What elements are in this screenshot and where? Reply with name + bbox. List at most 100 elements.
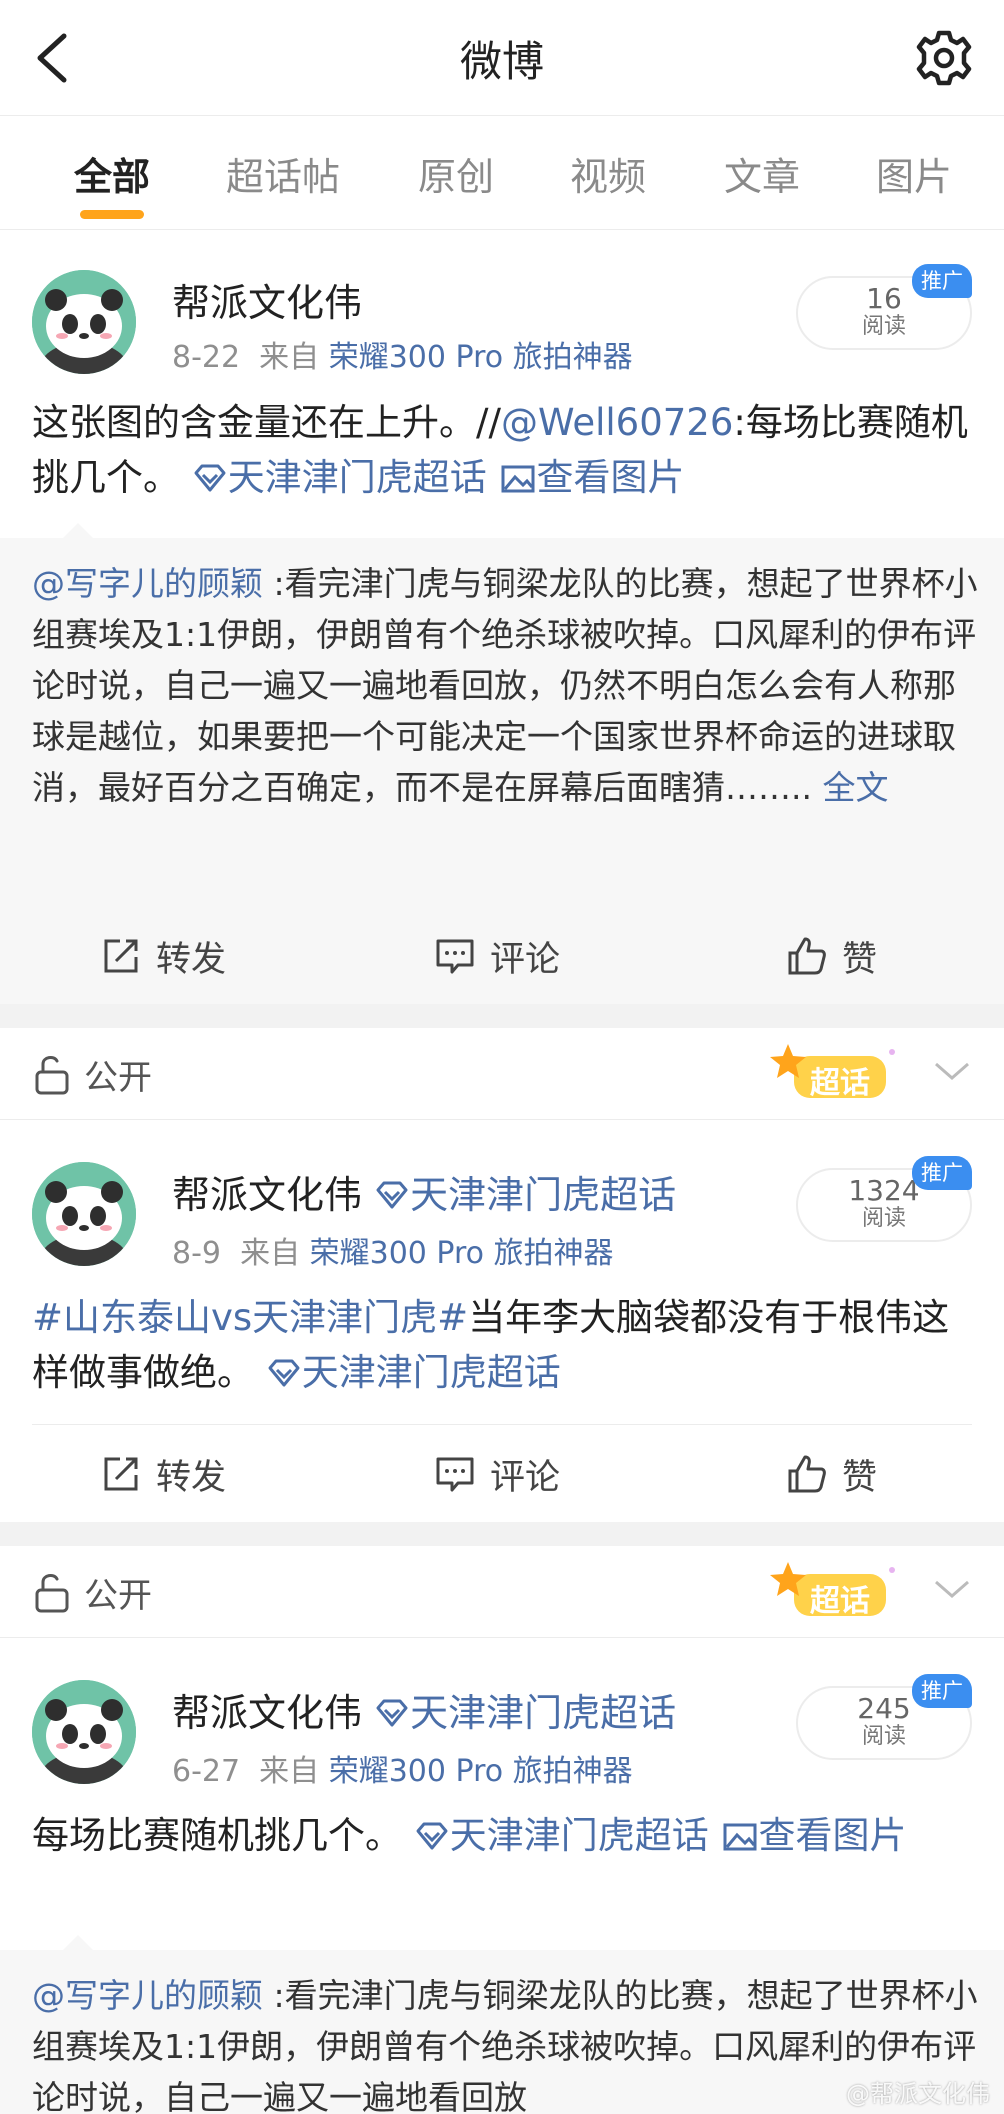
visibility-label: 公开 [84,1576,152,1616]
panda-avatar-icon [32,1162,136,1266]
topic-tag[interactable]: 天津津门虎超话 [374,1173,676,1217]
post-text: #山东泰山vs天津津门虎#当年李大脑袋都没有于根伟这样做事做绝。 天津津门虎超话 [32,1290,982,1400]
chevron-down-icon[interactable] [932,1056,972,1086]
username-row: 帮派文化伟 天津津门虎超话 [172,1164,676,1219]
thumbs-up-icon [788,1455,826,1493]
post-meta: 8-22 来自 荣耀300 Pro 旅拍神器 [172,332,633,376]
image-icon [723,1823,757,1851]
mention-link[interactable]: @Well60726 [501,401,733,444]
quoted-post[interactable]: @写字儿的顾颖 :看完津门虎与铜梁龙队的比赛，想起了世界杯小组赛埃及1:1伊朗，… [0,523,1004,908]
repost-icon [104,939,138,973]
visibility-label: 公开 [84,1058,152,1098]
promo-badge: 推广 [912,1156,972,1190]
quoted-author[interactable]: @写字儿的顾颖 [32,1976,263,2015]
view-image-label: 查看图片 [536,456,685,499]
diamond-icon [194,464,226,492]
post-meta: 8-9 来自 荣耀300 Pro 旅拍神器 [172,1228,614,1272]
comment-icon [436,1457,474,1492]
supertopic-label: 超话 [810,1066,870,1101]
comment-label: 评论 [490,939,561,980]
read-label: 阅读 [861,1724,906,1749]
comment-label: 评论 [490,1457,561,1498]
avatar[interactable] [32,1680,136,1784]
username[interactable]: 帮派文化伟 [172,1173,362,1217]
repost-label: 转发 [156,1457,227,1498]
top-bar: 微博 [0,0,1004,116]
topic-link[interactable]: 天津津门虎超话 [266,1351,561,1394]
visibility-bar: 公开 超话 [0,1546,1004,1638]
like-button[interactable]: 赞 [786,928,877,984]
like-button[interactable]: 赞 [786,1446,877,1502]
avatar[interactable] [32,270,136,374]
from-label: 来自 [259,1754,320,1789]
quote-notch [62,523,94,539]
post-date: 6-27 [172,1754,241,1789]
diamond-icon [416,1822,448,1850]
topic-link-label: 天津津门虎超话 [301,1351,561,1394]
from-label: 来自 [259,340,320,375]
quoted-text: @写字儿的顾颖 :看完津门虎与铜梁龙队的比赛，想起了世界杯小组赛埃及1:1伊朗，… [32,558,982,813]
divider [32,1424,972,1425]
unlock-icon [35,1573,69,1613]
diamond-icon [376,1699,408,1727]
tab-articles[interactable]: 文章 [724,146,800,201]
comment-icon [436,939,474,974]
view-image-link[interactable]: 查看图片 [721,1814,907,1857]
post-text-part: 每场比赛随机挑几个。 [32,1814,402,1857]
supertopic-badge[interactable]: 超话 [770,1560,900,1624]
post-source[interactable]: 荣耀300 Pro 旅拍神器 [329,1754,633,1789]
post-text-part: 这张图的含金量还在上升。// [32,401,501,444]
post-date: 8-9 [172,1236,221,1271]
diamond-icon [376,1181,408,1209]
section-separator [0,1004,1004,1028]
post-source[interactable]: 荣耀300 Pro 旅拍神器 [329,340,633,375]
hashtag-link[interactable]: #山东泰山vs天津津门虎# [32,1296,468,1339]
like-label: 赞 [842,939,878,980]
post-text: 每场比赛随机挑几个。 天津津门虎超话 查看图片 [32,1808,982,1863]
topic-link-label: 天津津门虎超话 [449,1814,709,1857]
gear-icon[interactable] [914,28,974,88]
repost-button[interactable]: 转发 [100,928,226,984]
image-icon [501,465,535,493]
unlock-icon [35,1055,69,1095]
chevron-down-icon[interactable] [932,1574,972,1604]
page-title: 微博 [459,37,544,86]
post-source[interactable]: 荣耀300 Pro 旅拍神器 [310,1236,614,1271]
quoted-text: @写字儿的顾颖 :看完津门虎与铜梁龙队的比赛，想起了世界杯小组赛埃及1:1伊朗，… [32,1970,982,2114]
topic-link-label: 天津津门虎超话 [227,456,487,499]
tab-video[interactable]: 视频 [570,146,646,201]
tab-supertopic-posts[interactable]: 超话帖 [226,146,340,201]
section-separator [0,1522,1004,1546]
tab-images[interactable]: 图片 [876,146,952,201]
comment-button[interactable]: 评论 [434,1446,560,1502]
avatar[interactable] [32,1162,136,1266]
from-label: 来自 [240,1236,301,1271]
username[interactable]: 帮派文化伟 [172,272,362,327]
comment-button[interactable]: 评论 [434,928,560,984]
like-label: 赞 [842,1457,878,1498]
watermark: @帮派文化伟 [846,2080,990,2108]
filter-tabs: 全部 超话帖 原创 视频 文章 图片 [0,116,1004,230]
username-row: 帮派文化伟 天津津门虎超话 [172,1682,676,1737]
visibility-bar: 公开 超话 [0,1028,1004,1120]
view-image-link[interactable]: 查看图片 [499,456,685,499]
post-text: 这张图的含金量还在上升。//@Well60726:每场比赛随机挑几个。 天津津门… [32,395,982,505]
topic-link[interactable]: 天津津门虎超话 [192,456,487,499]
panda-avatar-icon [32,270,136,374]
username[interactable]: 帮派文化伟 [172,1691,362,1735]
read-more-link[interactable]: 全文 [822,768,888,807]
promo-badge: 推广 [912,264,972,298]
quoted-author[interactable]: @写字儿的顾颖 [32,564,263,603]
post-meta: 6-27 来自 荣耀300 Pro 旅拍神器 [172,1746,633,1790]
view-image-label: 查看图片 [758,1814,907,1857]
read-label: 阅读 [861,314,906,339]
supertopic-badge[interactable]: 超话 [770,1042,900,1106]
repost-label: 转发 [156,939,227,980]
repost-button[interactable]: 转发 [100,1446,226,1502]
topic-link[interactable]: 天津津门虎超话 [414,1814,709,1857]
topic-tag-label: 天津津门虎超话 [410,1173,677,1217]
tab-original[interactable]: 原创 [418,146,494,201]
topic-tag[interactable]: 天津津门虎超话 [374,1691,676,1735]
tab-all[interactable]: 全部 [74,146,150,201]
promo-badge: 推广 [912,1674,972,1708]
